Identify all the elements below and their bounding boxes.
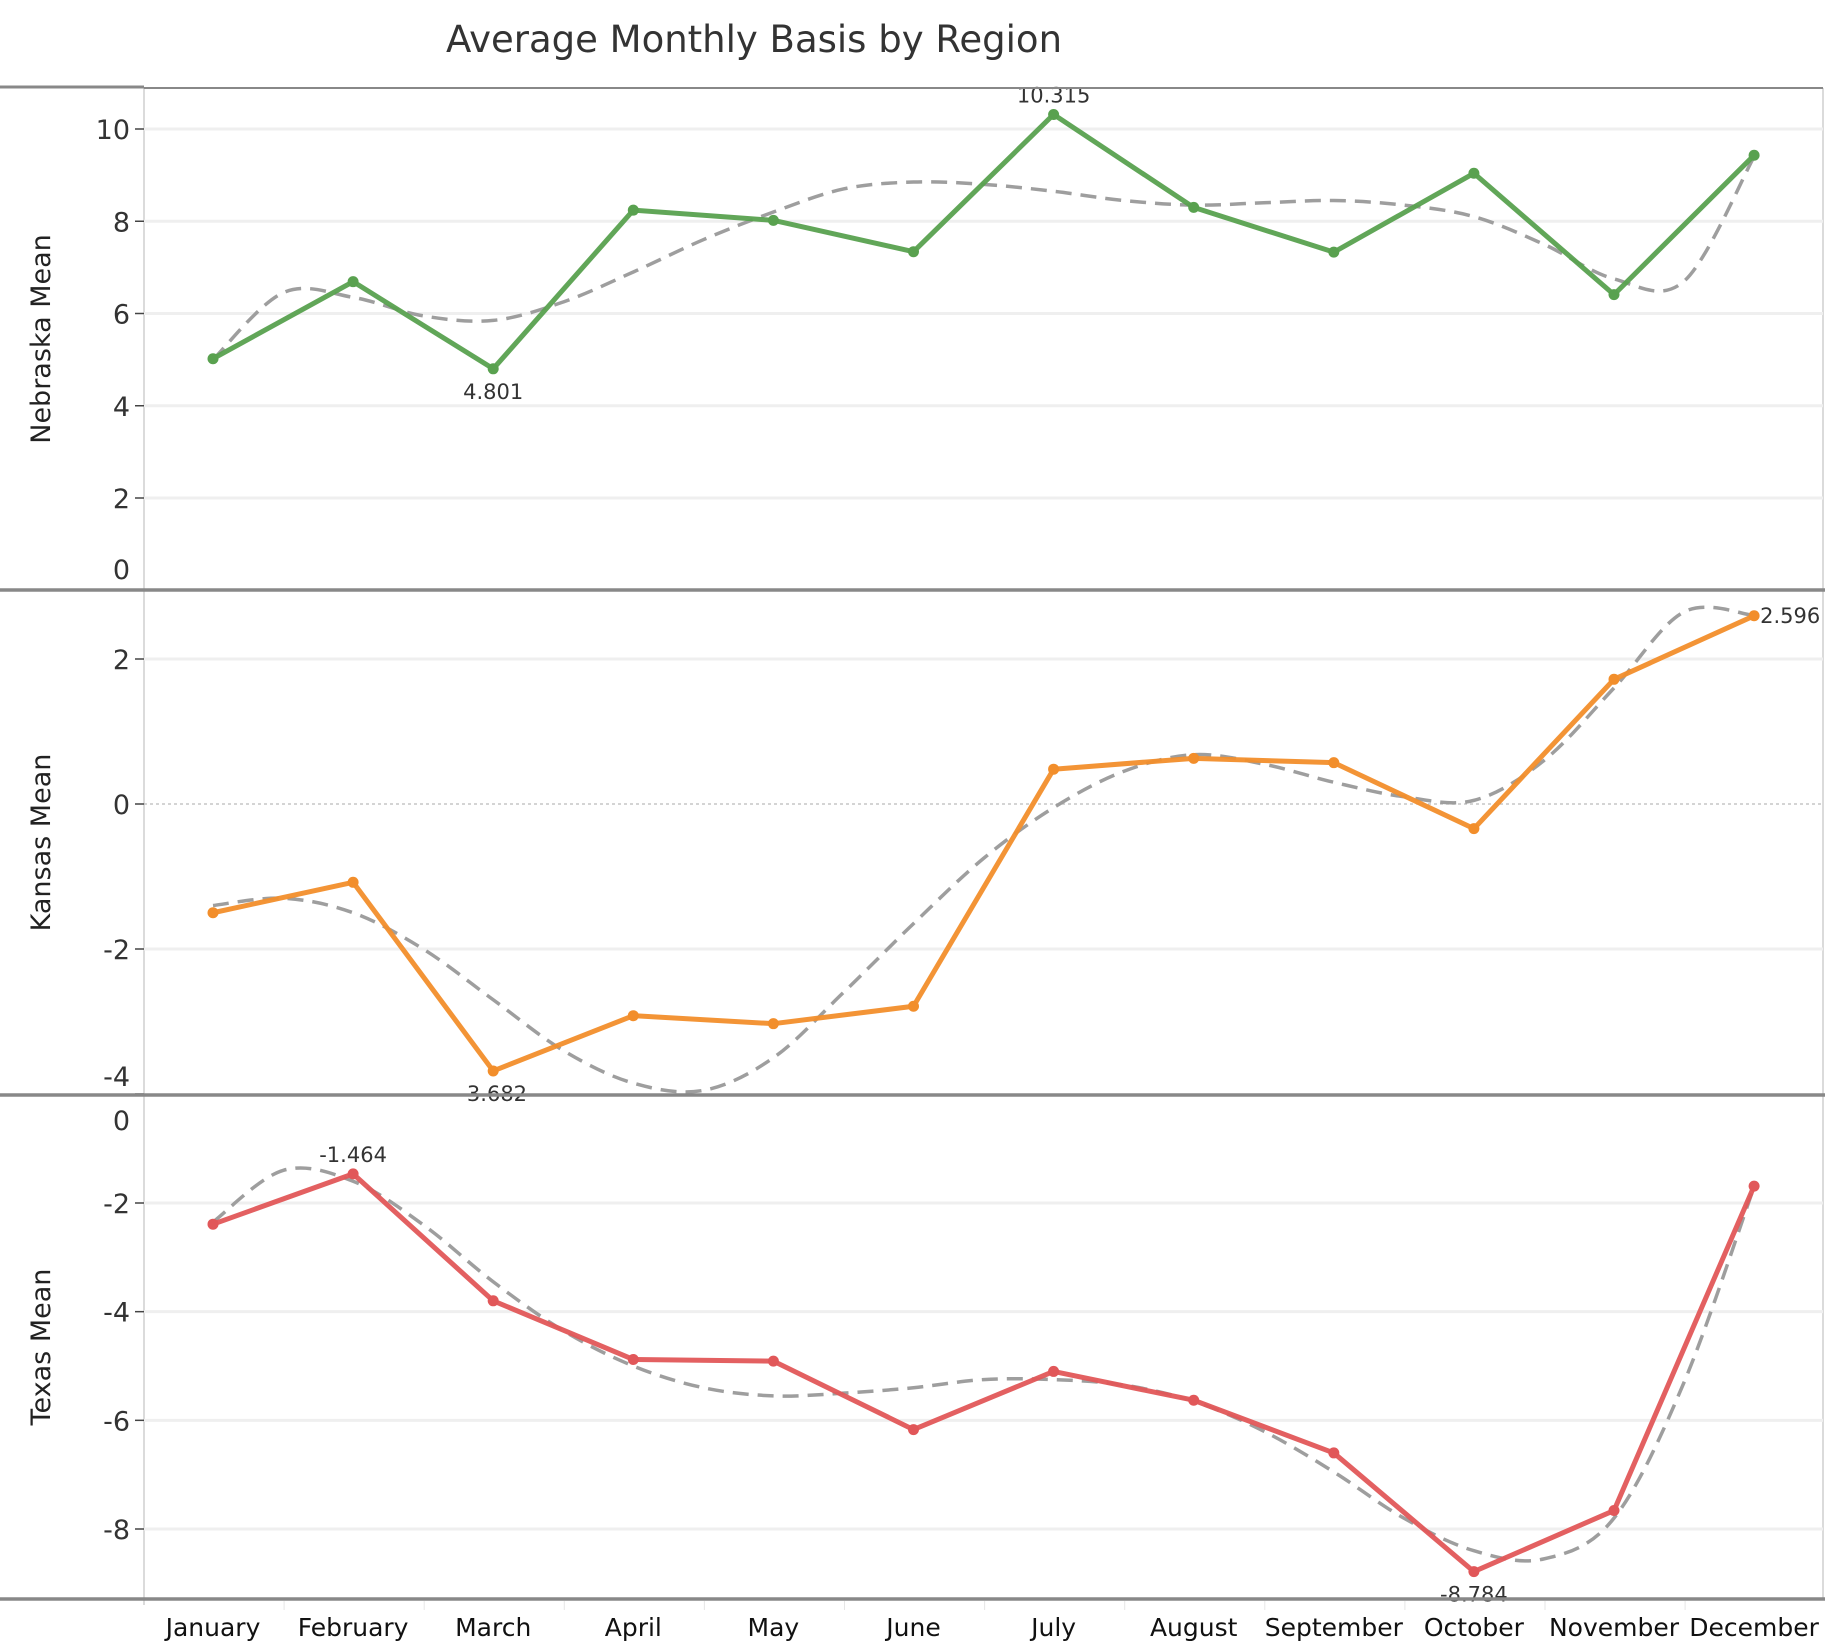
data-point (1048, 763, 1060, 775)
chart-canvas: 0246810Nebraska Mean 4.80110.315-4-202Kan… (0, 83, 1825, 1642)
y-tick-label: 2 (113, 484, 130, 515)
x-tick-label: June (884, 1613, 940, 1642)
data-point (1188, 201, 1200, 213)
data-point (347, 276, 359, 288)
x-tick-label: March (455, 1613, 531, 1642)
y-tick-label: 8 (113, 207, 130, 238)
y-axis-title: Texas Mean (26, 1269, 57, 1427)
data-point (1608, 289, 1620, 301)
y-tick-label: 10 (96, 115, 130, 146)
x-tick-label: May (748, 1613, 800, 1642)
data-point (1748, 149, 1760, 161)
y-tick-label: 0 (113, 790, 130, 821)
data-point (1328, 1447, 1340, 1459)
data-point (767, 1355, 779, 1367)
y-tick-label: 0 (113, 1106, 130, 1137)
panel-texas: -8 -6 -4 -2 0 Texas Mean -1.464 -8.784 (26, 1106, 1823, 1607)
data-point (1468, 823, 1480, 835)
x-tick-label: August (1150, 1613, 1238, 1642)
data-point (347, 1168, 359, 1180)
data-point (767, 1018, 779, 1030)
x-tick-label: February (298, 1613, 409, 1642)
y-tick-label: -8 (103, 1515, 130, 1546)
data-point (1608, 1505, 1620, 1517)
data-point (487, 1065, 499, 1077)
data-point (207, 353, 219, 365)
data-label: 2.596 (1760, 604, 1820, 628)
series-line (212, 1171, 1757, 1575)
x-tick-label: July (1029, 1613, 1076, 1642)
data-point (627, 1353, 639, 1365)
data-point (1748, 1180, 1760, 1192)
data-point (627, 1010, 639, 1022)
y-axis-title: Kansas Mean (26, 754, 57, 932)
data-point (908, 1000, 919, 1012)
data-point (1608, 673, 1620, 685)
y-axis-title: Nebraska Mean (26, 234, 57, 444)
data-point (1748, 610, 1760, 622)
data-label: -8.784 (1440, 1583, 1508, 1607)
x-tick-label: December (1689, 1613, 1819, 1642)
trend-line (212, 605, 1755, 1094)
data-point (1048, 1365, 1060, 1377)
y-tick-label: -4 (103, 1062, 130, 1093)
data-point (767, 214, 779, 226)
data-point (207, 907, 219, 919)
data-point (627, 204, 639, 216)
series-line (211, 111, 1756, 372)
trend-line (211, 155, 1756, 361)
x-tick-label: November (1549, 1613, 1680, 1642)
data-point (1468, 1566, 1480, 1578)
panel-nebraska: 0246810Nebraska Mean 4.80110.315 (26, 83, 1823, 586)
x-tick-label: April (605, 1613, 662, 1642)
trend-line (211, 1166, 1756, 1563)
series-line (212, 613, 1756, 1074)
y-tick-label: 0 (113, 555, 130, 586)
data-point (347, 876, 359, 888)
y-tick-label: -6 (103, 1406, 130, 1437)
data-point (1188, 1394, 1200, 1406)
x-tick-label: October (1424, 1613, 1525, 1642)
y-tick-label: 2 (113, 645, 130, 676)
y-tick-label: -2 (103, 1189, 130, 1220)
data-point (207, 1218, 219, 1230)
data-point (1328, 246, 1340, 258)
y-tick-label: -2 (103, 935, 130, 966)
data-label: 4.801 (463, 380, 523, 404)
x-tick-label: January (164, 1613, 261, 1642)
data-point (908, 246, 919, 258)
data-point (1048, 108, 1060, 120)
panel-kansas: -4-202Kansas Mean-3.6822.596 (26, 604, 1823, 1106)
data-point (1328, 757, 1340, 769)
y-tick-label: -4 (103, 1298, 130, 1329)
x-tick-label: September (1265, 1613, 1404, 1642)
y-tick-label: 6 (113, 300, 130, 331)
y-tick-label: 4 (113, 392, 130, 423)
data-label: -1.464 (319, 1143, 387, 1167)
data-point (487, 363, 499, 375)
data-point (908, 1424, 919, 1436)
data-point (487, 1295, 499, 1307)
data-point (1468, 167, 1480, 179)
data-point (1188, 752, 1200, 764)
